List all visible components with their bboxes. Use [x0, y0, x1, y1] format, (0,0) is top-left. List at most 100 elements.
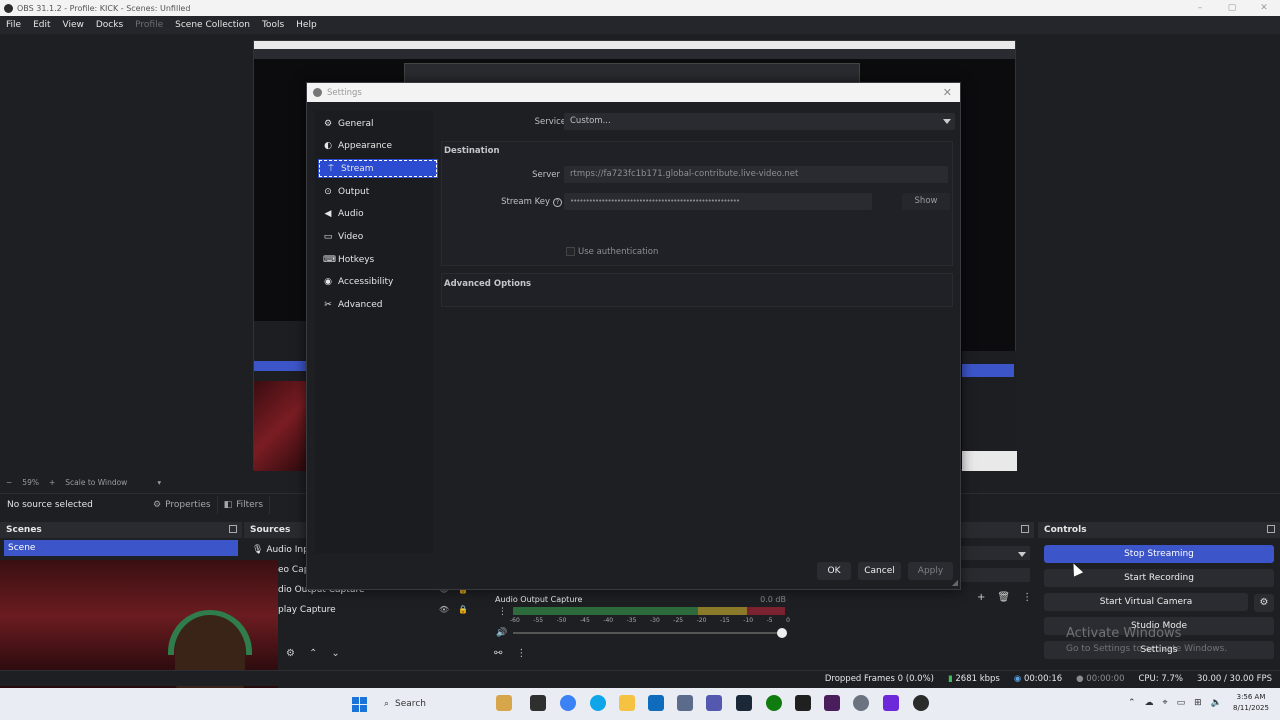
source-item[interactable]: play Capture 👁 🔒: [278, 602, 476, 618]
meter-tick-label: -60: [510, 617, 520, 624]
transition-select[interactable]: [960, 546, 1030, 560]
obs-app-icon[interactable]: [913, 695, 929, 711]
windows-start-icon[interactable]: [352, 697, 367, 712]
copilot-app-icon[interactable]: [560, 695, 576, 711]
cpu-usage: CPU: 7.7%: [1138, 673, 1183, 684]
move-up-icon[interactable]: ⌃: [309, 648, 317, 659]
trash-icon[interactable]: 🗑: [997, 592, 1010, 603]
undock-icon[interactable]: [1021, 525, 1029, 533]
advanced-options-title[interactable]: Advanced Options: [444, 279, 531, 289]
menu-tools[interactable]: Tools: [262, 20, 284, 30]
zoom-out-icon[interactable]: −: [6, 478, 12, 487]
menu-docks[interactable]: Docks: [96, 20, 123, 30]
transition-duration[interactable]: [960, 568, 1030, 582]
preview-nested-menubar: [254, 49, 1015, 59]
monitor-icon: ▭: [323, 232, 333, 242]
apply-button[interactable]: Apply: [908, 562, 953, 580]
more-vertical-icon[interactable]: ⋮: [498, 607, 507, 617]
preview-nested-webcam: [254, 381, 308, 471]
cancel-button[interactable]: Cancel: [858, 562, 901, 580]
settings-nav-accessibility[interactable]: ◉ Accessibility: [315, 273, 429, 292]
close-icon[interactable]: ✕: [943, 86, 952, 99]
menu-help[interactable]: Help: [296, 20, 317, 30]
settings-app-icon[interactable]: [853, 695, 869, 711]
location-icon[interactable]: ⌖: [1163, 698, 1168, 708]
settings-nav-video[interactable]: ▭ Video: [315, 228, 429, 247]
taskbar-clock[interactable]: 3:56 AM 8/11/2025: [1228, 692, 1274, 714]
chevron-up-icon[interactable]: ⌃: [1128, 698, 1136, 708]
plus-icon[interactable]: +: [977, 592, 985, 603]
file-explorer-icon[interactable]: [619, 695, 635, 711]
steam-app-icon[interactable]: [736, 695, 752, 711]
undock-icon[interactable]: [229, 525, 237, 533]
edge-app-icon[interactable]: [590, 695, 606, 711]
more-vertical-icon[interactable]: ⋮: [516, 648, 526, 659]
settings-nav-general[interactable]: ⚙ General: [315, 114, 429, 133]
task-view-icon[interactable]: [530, 695, 546, 711]
meter-tick-label: -50: [556, 617, 567, 624]
gear-icon: ⚙: [323, 118, 333, 129]
properties-button[interactable]: ⚙ Properties: [147, 495, 218, 514]
menu-edit[interactable]: Edit: [33, 20, 50, 30]
move-down-icon[interactable]: ⌄: [331, 648, 339, 659]
volume-slider[interactable]: [513, 632, 785, 634]
eye-icon[interactable]: 👁: [439, 602, 449, 618]
display-icon[interactable]: ▭: [1177, 698, 1186, 708]
onedrive-icon[interactable]: ☁: [1145, 698, 1154, 708]
menu-file[interactable]: File: [6, 20, 21, 30]
filters-button[interactable]: ◧ Filters: [218, 495, 271, 514]
menu-profile[interactable]: Profile: [135, 20, 163, 30]
settings-nav-audio[interactable]: ◀ Audio: [315, 205, 429, 224]
capcut-app-icon[interactable]: [795, 695, 811, 711]
menu-scene-collection[interactable]: Scene Collection: [175, 20, 250, 30]
close-icon[interactable]: ✕: [1248, 0, 1280, 16]
zoom-in-icon[interactable]: +: [49, 478, 55, 487]
settings-nav-stream[interactable]: ⍑ Stream: [318, 159, 438, 179]
source-item-label: play Capture: [278, 605, 336, 615]
virtual-camera-settings-icon[interactable]: ⚙: [1254, 594, 1274, 612]
gear-icon[interactable]: ⚙: [286, 648, 295, 659]
scene-item[interactable]: Scene: [4, 540, 238, 556]
outlook-app-icon[interactable]: [648, 695, 664, 711]
network-icon[interactable]: ⊞: [1194, 698, 1202, 708]
settings-nav-output[interactable]: ⊙ Output: [315, 182, 429, 201]
more-vertical-icon[interactable]: ⋮: [1022, 592, 1032, 603]
speaker-icon[interactable]: 🔊: [496, 628, 507, 638]
chevron-down-icon[interactable]: ▾: [157, 478, 161, 487]
widgets-app-icon[interactable]: [496, 695, 512, 711]
service-select[interactable]: Custom...: [564, 113, 955, 130]
undock-icon[interactable]: [1267, 525, 1275, 533]
resize-grip-icon[interactable]: ◢: [952, 578, 958, 587]
volume-meter: [513, 607, 785, 615]
link-icon[interactable]: ⚯: [494, 648, 502, 659]
start-virtual-camera-button[interactable]: Start Virtual Camera: [1044, 593, 1248, 611]
settings-nav-hotkeys[interactable]: ⌨ Hotkeys: [315, 250, 429, 269]
audio-app-icon[interactable]: [883, 695, 899, 711]
minimize-icon[interactable]: –: [1184, 0, 1216, 16]
chevron-down-icon: [1018, 552, 1026, 557]
volume-icon[interactable]: 🔈: [1211, 698, 1222, 708]
settings-nav-appearance[interactable]: ◐ Appearance: [315, 137, 429, 156]
settings-nav-label: Stream: [341, 163, 374, 174]
premiere-app-icon[interactable]: [824, 695, 840, 711]
taskbar-search[interactable]: ⌕ Search: [378, 693, 478, 715]
settings-nav-advanced[interactable]: ✂ Advanced: [315, 296, 429, 315]
teams-app-icon[interactable]: [706, 695, 722, 711]
volume-slider-handle[interactable]: [777, 628, 787, 638]
scale-mode-select[interactable]: Scale to Window: [65, 478, 127, 487]
mixer-level: 0.0 dB: [760, 595, 786, 604]
stream-key-input[interactable]: ••••••••••••••••••••••••••••••••••••••••…: [564, 193, 872, 210]
server-input[interactable]: rtmps://fa723fc1b171.global-contribute.l…: [564, 166, 948, 183]
stop-streaming-button[interactable]: Stop Streaming: [1044, 545, 1274, 563]
show-key-button[interactable]: Show: [902, 193, 950, 210]
ok-button[interactable]: OK: [817, 562, 851, 580]
maximize-icon[interactable]: ▢: [1216, 0, 1248, 16]
help-icon[interactable]: ?: [553, 198, 562, 207]
settings-nav-label: General: [338, 118, 374, 129]
menu-view[interactable]: View: [63, 20, 84, 30]
sources-dock-header: Sources: [244, 522, 306, 538]
use-authentication-checkbox[interactable]: [566, 247, 575, 256]
lock-icon[interactable]: 🔒: [458, 602, 468, 618]
xbox-app-icon[interactable]: [766, 695, 782, 711]
dev-tool-app-icon[interactable]: [677, 695, 693, 711]
